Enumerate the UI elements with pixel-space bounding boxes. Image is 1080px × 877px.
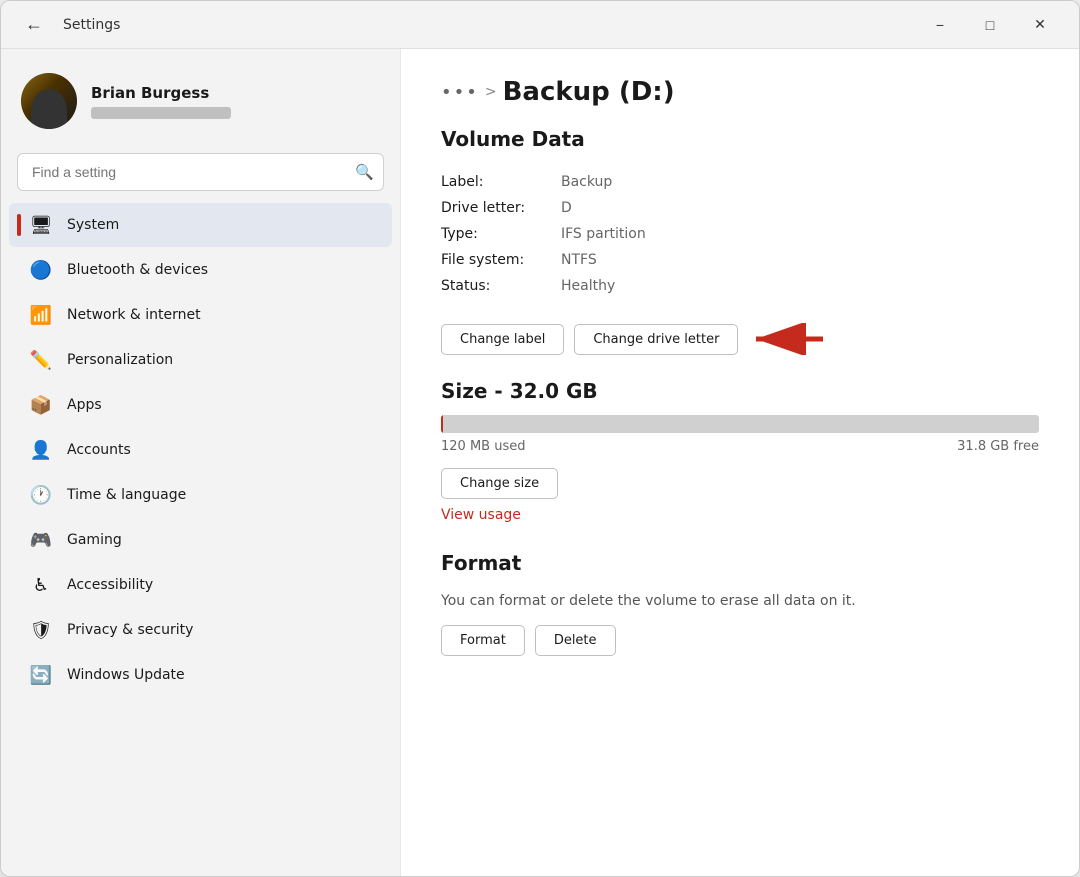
avatar-silhouette bbox=[31, 89, 67, 129]
sidebar-item-label: System bbox=[67, 217, 119, 233]
bluetooth-icon: 🔵 bbox=[29, 258, 53, 282]
type-value: IFS partition bbox=[561, 226, 646, 242]
format-description: You can format or delete the volume to e… bbox=[441, 593, 1039, 609]
back-button[interactable]: ← bbox=[17, 10, 51, 39]
search-box: 🔍 bbox=[17, 153, 384, 191]
sidebar-item-label: Network & internet bbox=[67, 307, 201, 323]
user-email-blurred bbox=[91, 107, 231, 119]
breadcrumb-separator: > bbox=[485, 84, 497, 100]
sidebar-item-label: Gaming bbox=[67, 532, 122, 548]
type-label: Type: bbox=[441, 226, 561, 242]
close-button[interactable]: ✕ bbox=[1017, 9, 1063, 41]
format-title: Format bbox=[441, 551, 1039, 575]
accounts-icon: 👤 bbox=[29, 438, 53, 462]
user-info: Brian Burgess bbox=[91, 84, 231, 119]
sidebar-item-label: Bluetooth & devices bbox=[67, 262, 208, 278]
delete-button[interactable]: Delete bbox=[535, 625, 616, 656]
size-title: Size - 32.0 GB bbox=[441, 379, 1039, 403]
breadcrumb: ••• > Backup (D:) bbox=[441, 77, 1039, 107]
filesystem-value: NTFS bbox=[561, 252, 597, 268]
drive-letter-value: D bbox=[561, 200, 572, 216]
avatar-image bbox=[21, 73, 77, 129]
format-button[interactable]: Format bbox=[441, 625, 525, 656]
table-row: Drive letter: D bbox=[441, 195, 1039, 221]
user-section: Brian Burgess bbox=[1, 61, 400, 149]
sidebar-item-bluetooth[interactable]: 🔵 Bluetooth & devices bbox=[9, 248, 392, 292]
volume-buttons-row: Change label Change drive letter bbox=[441, 323, 1039, 355]
avatar bbox=[21, 73, 77, 129]
sidebar-item-accessibility[interactable]: ♿ Accessibility bbox=[9, 563, 392, 607]
sidebar-item-gaming[interactable]: 🎮 Gaming bbox=[9, 518, 392, 562]
window-controls: − □ ✕ bbox=[917, 9, 1063, 41]
view-usage-link[interactable]: View usage bbox=[441, 507, 521, 523]
table-row: Label: Backup bbox=[441, 169, 1039, 195]
format-buttons-row: Format Delete bbox=[441, 625, 1039, 656]
user-name: Brian Burgess bbox=[91, 84, 231, 102]
sidebar-item-personalization[interactable]: ✏️ Personalization bbox=[9, 338, 392, 382]
label-field-value: Backup bbox=[561, 174, 612, 190]
sidebar-item-label: Privacy & security bbox=[67, 622, 193, 638]
privacy-icon: 🛡 bbox=[29, 618, 53, 642]
sidebar-item-label: Accounts bbox=[67, 442, 131, 458]
breadcrumb-current: Backup (D:) bbox=[503, 77, 675, 107]
change-label-button[interactable]: Change label bbox=[441, 324, 564, 355]
search-input[interactable] bbox=[17, 153, 384, 191]
settings-window: ← Settings − □ ✕ Brian Burgess bbox=[0, 0, 1080, 877]
table-row: Type: IFS partition bbox=[441, 221, 1039, 247]
apps-icon: 📦 bbox=[29, 393, 53, 417]
volume-data-table: Label: Backup Drive letter: D Type: IFS … bbox=[441, 169, 1039, 299]
app-title: Settings bbox=[63, 17, 905, 33]
sidebar-item-network[interactable]: 📶 Network & internet bbox=[9, 293, 392, 337]
free-label: 31.8 GB free bbox=[957, 439, 1039, 454]
arrow-indicator bbox=[748, 323, 828, 355]
filesystem-label: File system: bbox=[441, 252, 561, 268]
sidebar-item-privacy[interactable]: 🛡 Privacy & security bbox=[9, 608, 392, 652]
sidebar-item-accounts[interactable]: 👤 Accounts bbox=[9, 428, 392, 472]
network-icon: 📶 bbox=[29, 303, 53, 327]
gaming-icon: 🎮 bbox=[29, 528, 53, 552]
sidebar-item-apps[interactable]: 📦 Apps bbox=[9, 383, 392, 427]
maximize-button[interactable]: □ bbox=[967, 9, 1013, 41]
titlebar: ← Settings − □ ✕ bbox=[1, 1, 1079, 49]
sidebar-item-label: Personalization bbox=[67, 352, 173, 368]
status-value: Healthy bbox=[561, 278, 615, 294]
progress-labels: 120 MB used 31.8 GB free bbox=[441, 439, 1039, 454]
label-field-label: Label: bbox=[441, 174, 561, 190]
update-icon: 🔄 bbox=[29, 663, 53, 687]
minimize-button[interactable]: − bbox=[917, 9, 963, 41]
drive-letter-label: Drive letter: bbox=[441, 200, 561, 216]
time-icon: 🕐 bbox=[29, 483, 53, 507]
breadcrumb-dots: ••• bbox=[441, 82, 479, 103]
nav-list: 🖥 System 🔵 Bluetooth & devices 📶 Network… bbox=[1, 203, 400, 697]
accessibility-icon: ♿ bbox=[29, 573, 53, 597]
change-drive-letter-button[interactable]: Change drive letter bbox=[574, 324, 738, 355]
size-section: Size - 32.0 GB 120 MB used 31.8 GB free … bbox=[441, 379, 1039, 523]
sidebar-item-time[interactable]: 🕐 Time & language bbox=[9, 473, 392, 517]
sidebar: Brian Burgess 🔍 🖥 System 🔵 Bl bbox=[1, 49, 401, 876]
active-indicator bbox=[17, 214, 21, 236]
progress-bar-fill bbox=[441, 415, 443, 433]
table-row: File system: NTFS bbox=[441, 247, 1039, 273]
sidebar-item-label: Accessibility bbox=[67, 577, 153, 593]
red-arrow-icon bbox=[748, 323, 828, 355]
sidebar-item-label: Apps bbox=[67, 397, 102, 413]
status-label: Status: bbox=[441, 278, 561, 294]
content-area: ••• > Backup (D:) Volume Data Label: Bac… bbox=[401, 49, 1079, 876]
table-row: Status: Healthy bbox=[441, 273, 1039, 299]
system-icon: 🖥 bbox=[29, 213, 53, 237]
main-content: Brian Burgess 🔍 🖥 System 🔵 Bl bbox=[1, 49, 1079, 876]
sidebar-item-label: Windows Update bbox=[67, 667, 185, 683]
sidebar-item-update[interactable]: 🔄 Windows Update bbox=[9, 653, 392, 697]
sidebar-item-label: Time & language bbox=[67, 487, 186, 503]
change-size-button[interactable]: Change size bbox=[441, 468, 558, 499]
format-section: Format You can format or delete the volu… bbox=[441, 551, 1039, 656]
size-progress-bar bbox=[441, 415, 1039, 433]
sidebar-item-system[interactable]: 🖥 System bbox=[9, 203, 392, 247]
volume-data-title: Volume Data bbox=[441, 127, 1039, 151]
used-label: 120 MB used bbox=[441, 439, 525, 454]
personalization-icon: ✏️ bbox=[29, 348, 53, 372]
